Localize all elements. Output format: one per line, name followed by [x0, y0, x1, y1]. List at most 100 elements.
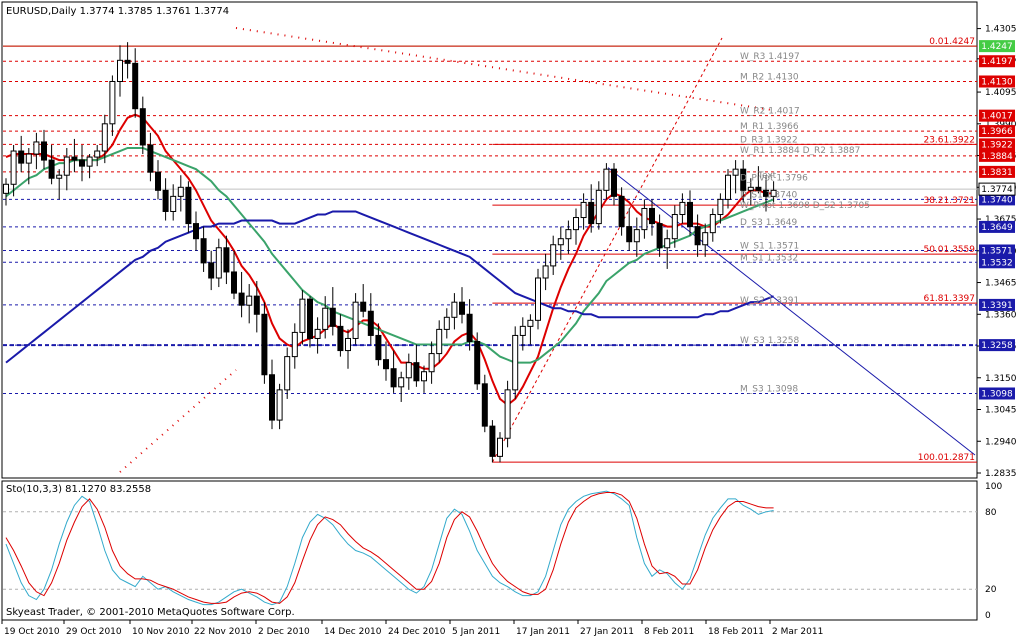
candle-body — [215, 247, 222, 279]
pivot-label: W_S3 1.3258 — [740, 336, 799, 346]
pivot-label: W_R2 1.4017 — [740, 107, 800, 117]
pivot-label: W_S1 1.3571 — [740, 241, 799, 251]
price-tag-text: 1.4247 — [981, 42, 1013, 52]
candle-body — [405, 362, 412, 379]
candle-body — [732, 168, 739, 176]
candle-body — [481, 383, 488, 427]
price-tag: 1.3831 — [979, 165, 1015, 178]
fibonacci-label: 38.21.3721 — [923, 196, 975, 206]
candle-body — [193, 223, 199, 240]
candle-body — [337, 325, 344, 352]
candle-body — [633, 229, 640, 243]
candle-body — [238, 292, 245, 306]
time-tick-label: 27 Jan 2011 — [580, 627, 634, 637]
candle-body — [474, 340, 481, 385]
candle-body — [231, 271, 237, 294]
chart-title: EURUSD,Daily 1.3774 1.3785 1.3761 1.3774 — [6, 6, 229, 17]
candle-body — [132, 62, 139, 110]
price-tick-label: 1.3045 — [985, 406, 1017, 416]
price-tag: 1.3966 — [979, 125, 1015, 138]
time-tick-label: 24 Dec 2010 — [388, 627, 446, 637]
candle-body — [725, 174, 731, 200]
oscillator-title: Sto(10,3,3) 81.1270 83.2558 — [6, 484, 151, 495]
candle-body — [94, 150, 101, 158]
candle-body — [246, 295, 253, 306]
candle-body — [519, 325, 526, 336]
candle-body — [383, 359, 389, 370]
candle-body — [124, 59, 131, 64]
candle-body — [79, 159, 85, 167]
candle-body — [603, 168, 610, 191]
time-tick-label: 10 Nov 2010 — [132, 627, 190, 637]
price-tag: 1.3532 — [979, 256, 1015, 269]
candle-body — [284, 356, 291, 391]
fibonacci-label: 50.01.3559 — [923, 245, 975, 255]
pivot-label: W_R3 1.4197 — [740, 52, 800, 62]
candle-body — [443, 316, 450, 330]
candle-body — [413, 362, 420, 382]
candle-body — [390, 368, 397, 388]
time-tick-label: 5 Jan 2011 — [452, 627, 500, 637]
candle-body — [185, 186, 192, 225]
price-tick-label: 1.4305 — [985, 25, 1017, 35]
candle-body — [664, 238, 671, 249]
price-tag: 1.3649 — [979, 220, 1015, 233]
candle-body — [48, 159, 55, 179]
candle-body — [611, 168, 617, 197]
candle-body — [101, 123, 108, 152]
candle-body — [466, 313, 473, 342]
price-tag-text: 1.4130 — [981, 77, 1013, 87]
pivot-label: W_R1 1.3884 D_R2 1.3887 — [740, 146, 860, 156]
price-tag: 1.4197 — [979, 55, 1015, 68]
candle-body — [322, 307, 329, 330]
candle-body — [649, 207, 655, 225]
pivot-label: D_S1 1.3740 — [740, 190, 797, 200]
candle-body — [656, 223, 663, 249]
price-tag: 1.3884 — [979, 149, 1015, 162]
candle-body — [595, 189, 602, 225]
candle-body — [489, 425, 496, 457]
price-tag-text: 1.3922 — [981, 140, 1013, 150]
candle-body — [269, 374, 275, 421]
time-tick-label: 2 Dec 2010 — [258, 627, 310, 637]
candle-body — [367, 310, 374, 336]
candle-body — [641, 207, 648, 231]
price-tag: 1.4017 — [979, 109, 1015, 122]
pivot-label: W_S2 1.3391 — [740, 296, 799, 306]
candle-body — [41, 141, 47, 161]
candle-body — [497, 437, 503, 457]
price-tag-text: 1.3391 — [981, 301, 1013, 311]
price-tag-text: 1.3258 — [981, 341, 1013, 351]
candle-body — [3, 183, 9, 194]
candle-body — [588, 201, 595, 225]
candle-body — [421, 371, 427, 382]
candle-body — [459, 301, 465, 315]
candle-body — [527, 319, 534, 327]
price-tag: 1.3922 — [979, 138, 1015, 151]
price-tag: 1.3571 — [979, 244, 1015, 257]
candle-body — [702, 232, 709, 246]
candle-body — [565, 229, 572, 240]
candle-body — [63, 156, 70, 176]
time-tick-label: 19 Oct 2010 — [4, 627, 60, 637]
candle-body — [535, 277, 541, 321]
price-tick-label: 1.2940 — [985, 437, 1017, 447]
price-tag-text: 1.3649 — [981, 223, 1013, 233]
candle-body — [170, 195, 177, 212]
text-marker: Text — [757, 171, 777, 181]
candle-body — [25, 153, 32, 164]
candle-body — [345, 337, 351, 352]
candle-body — [253, 295, 260, 315]
chart-canvas[interactable]: W_R3 1.4197 M_R2 1.4130 W_R2 1.4017 M_R1 1.… — [0, 0, 1018, 639]
candle-body — [504, 389, 511, 439]
candle-body — [261, 313, 268, 376]
price-tag: 1.3098 — [979, 387, 1015, 400]
candle-body — [314, 328, 321, 339]
price-tick-label: 1.3150 — [985, 374, 1017, 384]
candle-body — [375, 334, 382, 361]
candle-body — [451, 301, 458, 318]
time-tick-label: 18 Feb 2011 — [708, 627, 764, 637]
fibonacci-label: 61.81.3397 — [923, 294, 975, 304]
price-tag-text: 1.3831 — [981, 168, 1013, 178]
candle-body — [117, 59, 123, 82]
